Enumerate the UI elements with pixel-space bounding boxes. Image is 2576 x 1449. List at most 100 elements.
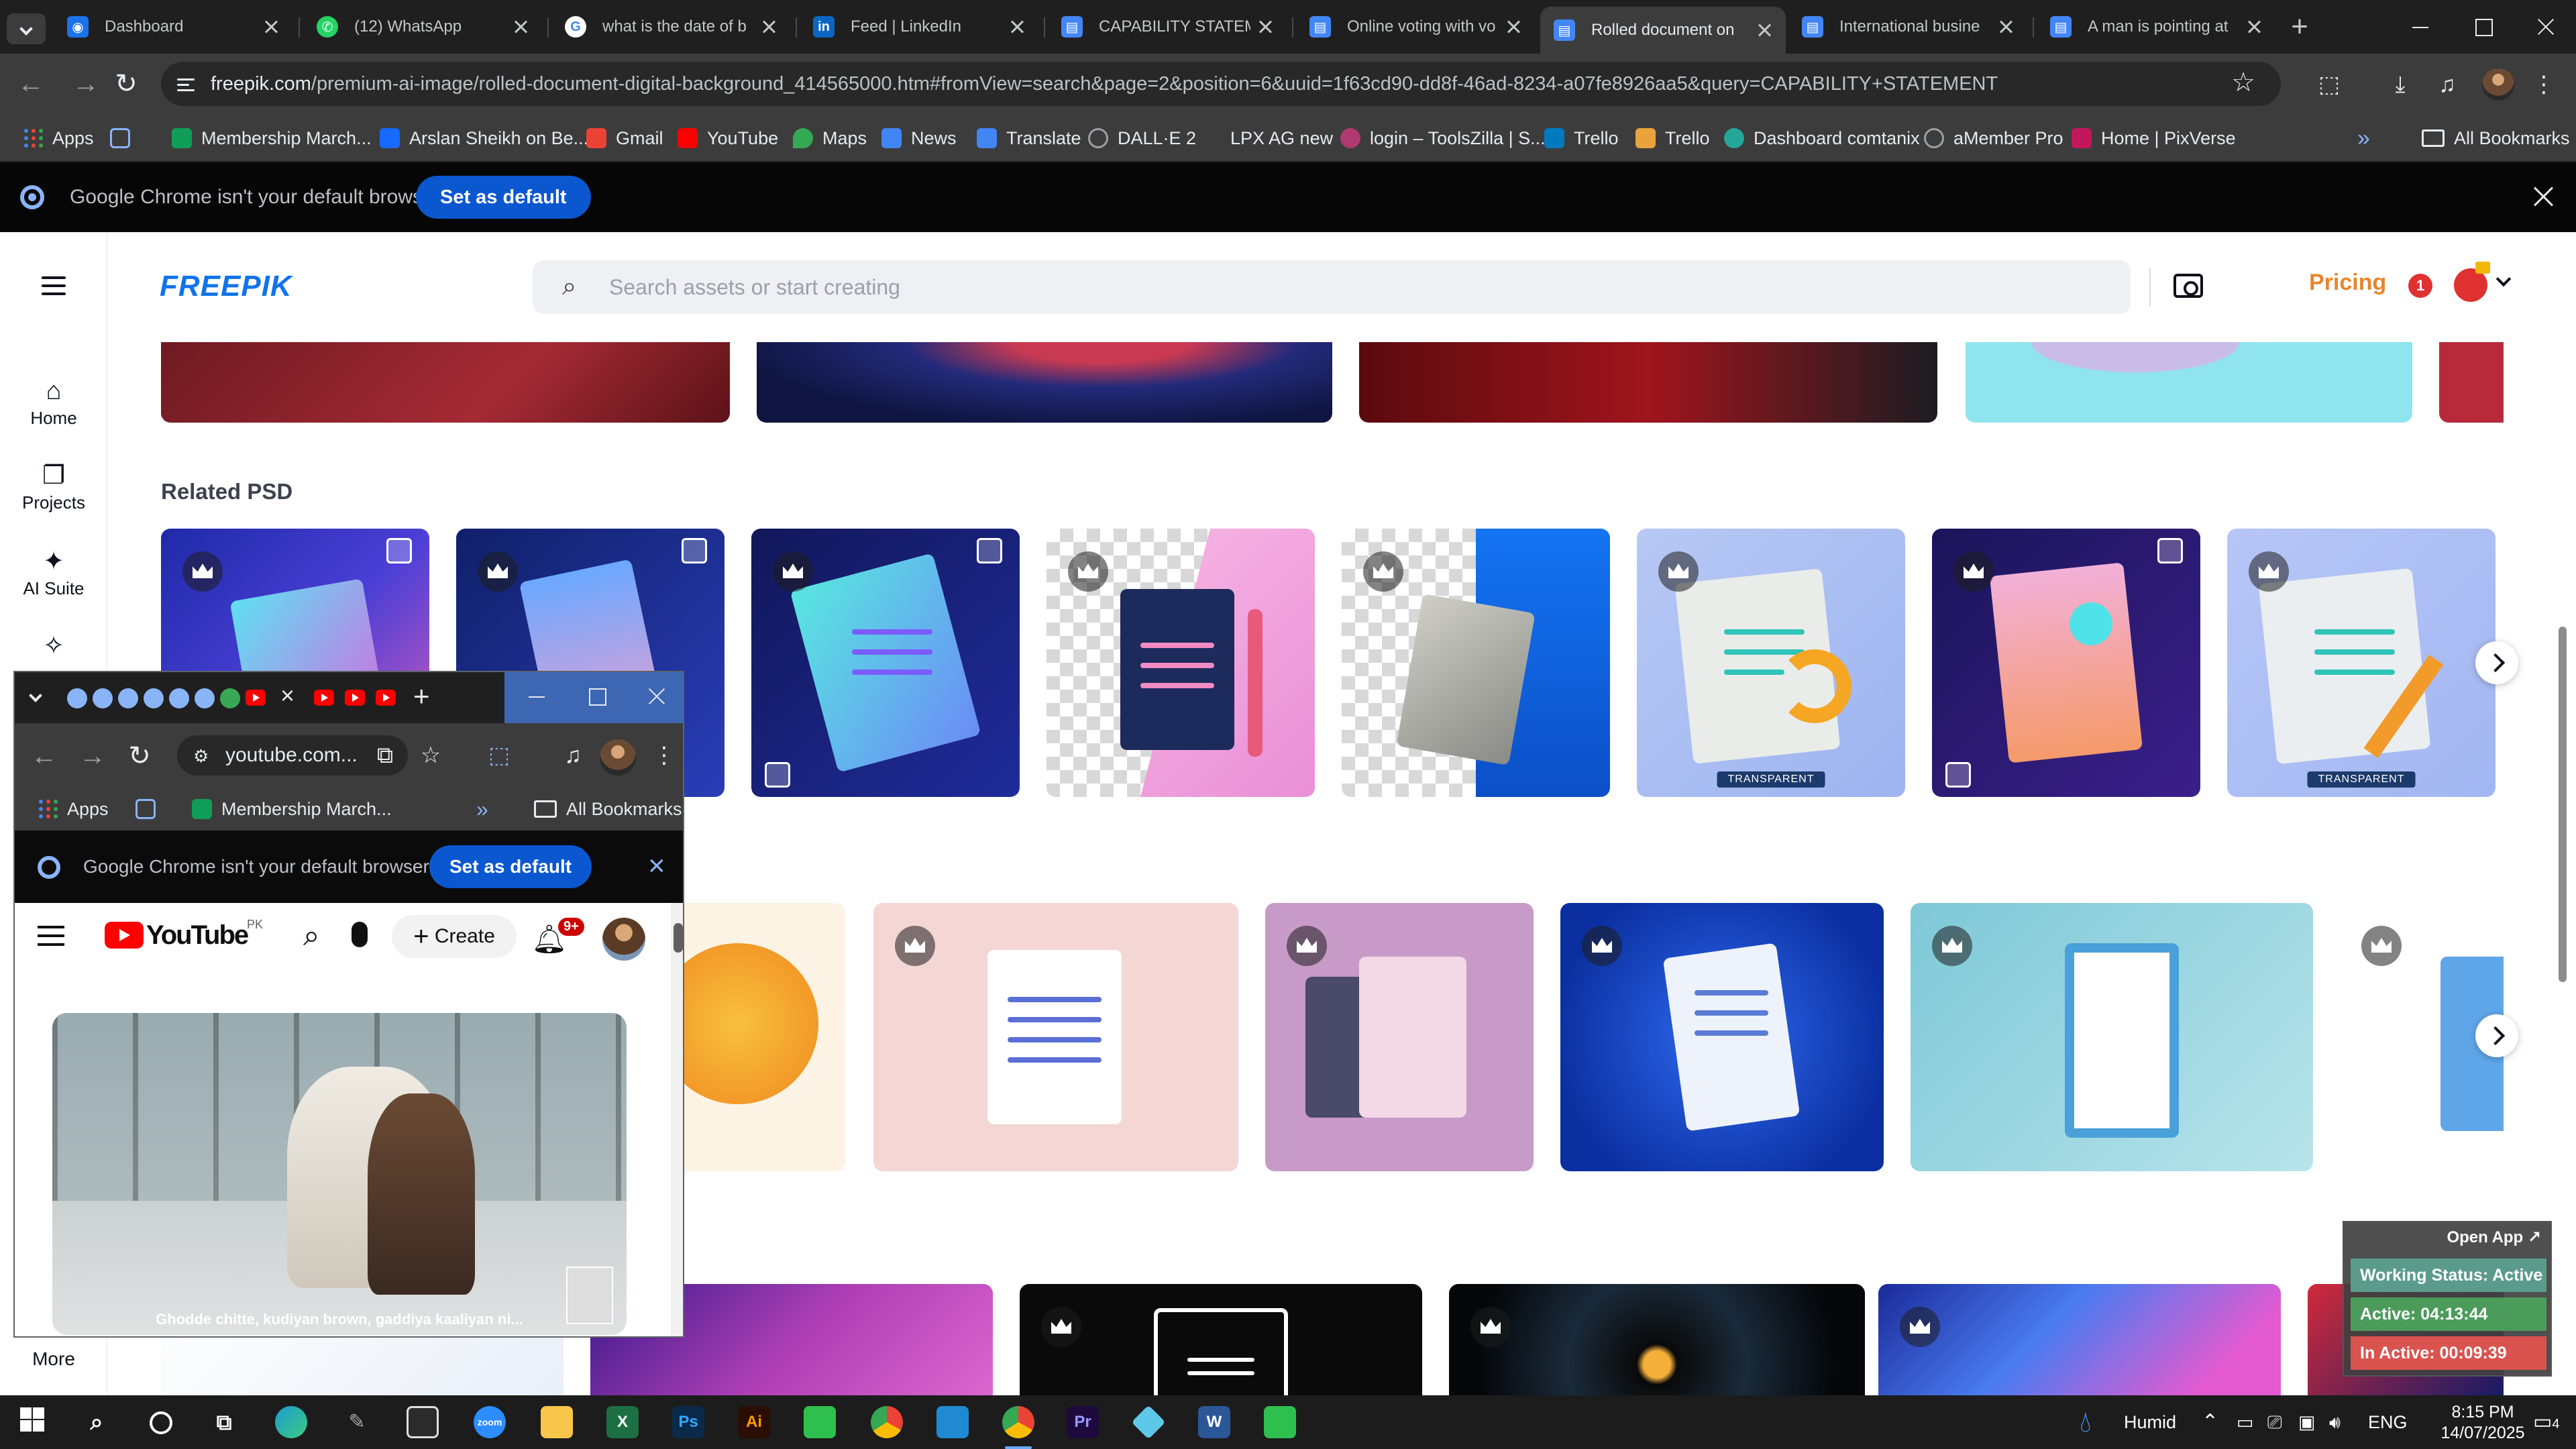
sidebar-item-partial[interactable]: ✧ bbox=[0, 629, 107, 663]
bookmark-star-icon[interactable]: ☆ bbox=[2231, 67, 2255, 98]
chrome-icon[interactable] bbox=[871, 1406, 903, 1438]
minimize-button[interactable] bbox=[2388, 9, 2449, 44]
search-icon[interactable]: ⌕ bbox=[303, 919, 320, 953]
display-icon[interactable]: ⎚ bbox=[2267, 1395, 2282, 1449]
psd-thumbnail[interactable]: TRANSPARENT bbox=[2227, 529, 2496, 797]
address-bar[interactable]: freepik.com/premium-ai-image/rolled-docu… bbox=[161, 62, 2281, 106]
psd-thumbnail[interactable] bbox=[1046, 529, 1315, 797]
page-scrollbar[interactable] bbox=[2559, 627, 2567, 982]
bookmark-behance[interactable]: Arslan Sheikh on Be... bbox=[380, 114, 588, 162]
youtube-scrollbar[interactable] bbox=[671, 903, 683, 1336]
bookmark-tab-groups[interactable] bbox=[136, 788, 165, 830]
menu-kebab-icon[interactable]: ⋮ bbox=[649, 741, 679, 770]
vscode-icon[interactable] bbox=[936, 1406, 969, 1438]
select-checkbox[interactable] bbox=[765, 762, 790, 788]
edge-icon[interactable] bbox=[275, 1406, 307, 1438]
close-icon[interactable] bbox=[761, 19, 777, 35]
bookmark-trello[interactable]: Trello bbox=[1544, 114, 1619, 162]
psd-thumbnail[interactable] bbox=[751, 529, 1020, 797]
cast-icon[interactable]: ⧉ bbox=[370, 741, 400, 770]
close-icon[interactable] bbox=[1257, 19, 1273, 35]
close-window-button[interactable] bbox=[2514, 9, 2575, 44]
bookmarks-overflow-button[interactable]: » bbox=[476, 788, 488, 830]
new-tab-button[interactable]: + bbox=[413, 680, 430, 712]
back-button[interactable]: ← bbox=[15, 68, 47, 101]
media-control-icon[interactable]: ♫ bbox=[2432, 70, 2462, 99]
youtube-logo-text[interactable]: YouTube bbox=[146, 920, 249, 951]
youtube-tab-icon[interactable] bbox=[246, 690, 266, 706]
hamburger-menu-icon[interactable] bbox=[38, 926, 64, 946]
search-icon[interactable]: ⌕ bbox=[80, 1406, 113, 1438]
image-thumbnail[interactable] bbox=[1878, 1284, 2281, 1395]
bookmark-trello-2[interactable]: Trello bbox=[1635, 114, 1710, 162]
user-avatar[interactable] bbox=[602, 918, 645, 961]
illustrator-icon[interactable]: Ai bbox=[738, 1406, 770, 1438]
cortana-icon[interactable] bbox=[145, 1406, 177, 1438]
reload-button[interactable]: ↻ bbox=[123, 741, 156, 773]
freepik-logo[interactable]: FREEPIK bbox=[160, 270, 292, 303]
image-thumbnail[interactable] bbox=[161, 342, 730, 423]
youtube-tab-icon[interactable] bbox=[376, 690, 396, 706]
network-icon[interactable]: ▣ bbox=[2298, 1395, 2316, 1449]
bookmark-youtube[interactable]: YouTube bbox=[678, 114, 778, 162]
tab-favicon[interactable] bbox=[93, 688, 113, 708]
image-thumbnail[interactable] bbox=[1359, 342, 1937, 423]
camtasia-2-icon[interactable] bbox=[1264, 1406, 1296, 1438]
tab-favicon[interactable] bbox=[67, 688, 87, 708]
chevron-down-icon[interactable] bbox=[2496, 271, 2512, 287]
bookmark-toolszilla[interactable]: login – ToolsZilla | S... bbox=[1340, 114, 1546, 162]
tab-linkedin[interactable]: in Feed | LinkedIn bbox=[800, 7, 1038, 47]
extensions-icon[interactable]: ⬚ bbox=[2314, 70, 2344, 99]
tab-favicon[interactable] bbox=[118, 688, 138, 708]
menu-kebab-icon[interactable]: ⋮ bbox=[2529, 70, 2559, 99]
terminal-icon[interactable] bbox=[407, 1406, 439, 1438]
weather-text[interactable]: Humid bbox=[2124, 1395, 2176, 1449]
pricing-link[interactable]: Pricing bbox=[2309, 270, 2386, 296]
tab-online-voting[interactable]: ▤ Online voting with vo bbox=[1296, 7, 1535, 47]
close-icon[interactable] bbox=[1009, 19, 1025, 35]
image-thumbnail[interactable] bbox=[1020, 1284, 1422, 1395]
camtasia-icon[interactable] bbox=[804, 1406, 836, 1438]
select-checkbox[interactable] bbox=[386, 538, 412, 564]
carousel-next-button[interactable] bbox=[2475, 1014, 2518, 1057]
bookmarks-overflow-button[interactable]: » bbox=[2357, 114, 2370, 162]
all-bookmarks-button[interactable]: All Bookmarks bbox=[2422, 114, 2570, 162]
tab-favicon[interactable] bbox=[220, 688, 240, 708]
word-icon[interactable]: W bbox=[1198, 1406, 1230, 1438]
youtube-logo-icon[interactable] bbox=[105, 922, 144, 949]
carousel-next-button[interactable] bbox=[2475, 641, 2518, 684]
image-thumbnail[interactable] bbox=[757, 342, 1332, 423]
maximize-button[interactable] bbox=[2451, 9, 2512, 44]
bookmark-tab-groups[interactable] bbox=[110, 114, 140, 162]
site-info-icon[interactable]: ⚙ bbox=[193, 746, 209, 767]
create-button[interactable]: + Create bbox=[392, 915, 517, 958]
back-button[interactable]: ← bbox=[28, 741, 60, 773]
microphone-icon[interactable] bbox=[352, 922, 368, 947]
meet-now-icon[interactable]: ▭ bbox=[2237, 1395, 2254, 1449]
close-icon[interactable] bbox=[1505, 19, 1521, 35]
close-icon[interactable] bbox=[1998, 19, 2014, 35]
premiere-icon[interactable]: Pr bbox=[1067, 1406, 1099, 1438]
bookmark-star-icon[interactable]: ☆ bbox=[416, 741, 445, 770]
set-as-default-button[interactable]: Set as default bbox=[429, 845, 592, 888]
bookmark-translate[interactable]: Translate bbox=[977, 114, 1081, 162]
bookmark-amember[interactable]: aMember Pro bbox=[1924, 114, 2063, 162]
image-thumbnail[interactable] bbox=[1265, 903, 1534, 1171]
set-as-default-button[interactable]: Set as default bbox=[416, 176, 591, 219]
image-thumbnail[interactable] bbox=[873, 903, 1238, 1171]
notification-badge[interactable]: 1 bbox=[2408, 274, 2432, 298]
close-icon[interactable] bbox=[2246, 19, 2262, 35]
image-thumbnail[interactable] bbox=[1966, 342, 2412, 423]
image-thumbnail[interactable] bbox=[1449, 1284, 1865, 1395]
notification-center-icon[interactable]: ▭4 bbox=[2533, 1395, 2559, 1449]
hamburger-menu-icon[interactable] bbox=[42, 276, 66, 301]
bookmark-maps[interactable]: Maps bbox=[793, 114, 867, 162]
weather-icon[interactable]: 💧︎ bbox=[2080, 1395, 2092, 1449]
tab-dashboard[interactable]: ◉ Dashboard bbox=[54, 7, 292, 47]
video-thumbnail[interactable]: Ghodde chitte, kudiyan brown, gaddiya ka… bbox=[52, 1013, 627, 1335]
app-diamond-icon[interactable] bbox=[1131, 1405, 1166, 1440]
close-icon[interactable] bbox=[1756, 22, 1772, 38]
extensions-icon[interactable]: ⬚ bbox=[484, 741, 514, 770]
tab-google-search[interactable]: G what is the date of b bbox=[551, 7, 790, 47]
tab-man-pointing[interactable]: ▤ A man is pointing at bbox=[2037, 7, 2275, 47]
